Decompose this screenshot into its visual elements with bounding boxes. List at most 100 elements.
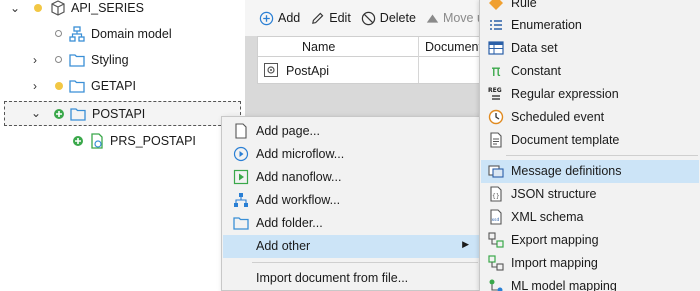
submenu-item-json-structure[interactable]: {} JSON structure [481, 183, 699, 206]
submenu-item-label: Import mapping [511, 256, 598, 270]
tree-item-prs-postapi[interactable]: PRS_POSTAPI [0, 128, 245, 154]
edit-button[interactable]: Edit [310, 11, 351, 26]
menu-item-import-document[interactable]: Import document from file... [223, 267, 481, 290]
edit-label: Edit [329, 11, 351, 25]
add-circle-icon [259, 11, 274, 25]
folder-icon [69, 52, 85, 68]
submenu-item-label: Scheduled event [511, 110, 605, 124]
tree-item-label: Domain model [91, 27, 172, 41]
menu-separator [506, 155, 698, 156]
menu-item-add-workflow[interactable]: Add workflow... [223, 189, 481, 212]
tree-item-api-series[interactable]: ⌄ API_SERIES [0, 0, 245, 21]
dataset-icon [488, 40, 504, 56]
module-status-dot [34, 4, 42, 12]
column-header-name[interactable]: Name [302, 40, 335, 54]
module-box-icon [50, 0, 66, 16]
context-menu: Add page... Add microflow... Add nanoflo… [221, 116, 483, 291]
list-icon [488, 17, 504, 33]
submenu-item-label: ML model mapping [511, 279, 617, 291]
chevron-down-icon[interactable]: ⌄ [29, 106, 43, 120]
new-item-plus-icon [53, 106, 65, 119]
tree-item-domain-model[interactable]: Domain model [0, 21, 245, 47]
add-button[interactable]: Add [259, 11, 300, 26]
submenu-item-export-mapping[interactable]: Export mapping [481, 229, 699, 252]
tree-item-label: Styling [91, 53, 129, 67]
tree-item-getapi[interactable]: › GETAPI [0, 73, 245, 99]
tree-item-postapi[interactable]: ⌄ POSTAPI [4, 101, 241, 126]
export-mapping-icon [488, 232, 504, 248]
submenu-item-regular-expression[interactable]: REG Regular expression [481, 83, 699, 106]
submenu-item-ml-model-mapping[interactable]: ML model mapping [481, 275, 699, 291]
tree-item-styling[interactable]: › Styling [0, 47, 245, 73]
submenu-item-label: Enumeration [511, 18, 582, 32]
svg-text:xsd: xsd [492, 217, 500, 223]
prohibited-icon [361, 11, 375, 25]
pi-icon: π [491, 62, 501, 80]
tree-item-label: POSTAPI [92, 107, 146, 121]
clock-icon [488, 109, 504, 125]
message-icon [488, 163, 504, 179]
rule-icon [488, 0, 504, 11]
menu-item-add-folder[interactable]: Add folder... [223, 212, 481, 235]
domain-model-icon [69, 26, 85, 42]
chevron-down-icon[interactable]: ⌄ [8, 1, 22, 15]
submenu-item-label: Document template [511, 133, 620, 147]
svg-text:{}: {} [492, 193, 500, 200]
submenu-item-label: Rule [511, 0, 537, 10]
nanoflow-icon [233, 169, 249, 185]
menu-item-label: Add nanoflow... [256, 170, 342, 184]
menu-item-label: Add microflow... [256, 147, 345, 161]
menu-item-add-nanoflow[interactable]: Add nanoflow... [223, 166, 481, 189]
template-icon [488, 132, 504, 148]
menu-item-label: Add page... [256, 124, 320, 138]
workflow-icon [233, 192, 249, 208]
folder-icon [69, 78, 85, 94]
submenu-item-label: Export mapping [511, 233, 599, 247]
menu-item-label: Add other [256, 239, 311, 253]
submenu-item-enumeration[interactable]: Enumeration [481, 14, 699, 37]
submenu-item-document-template[interactable]: Document template [481, 129, 699, 152]
rest-resource-icon [263, 62, 279, 81]
menu-item-add-page[interactable]: Add page... [223, 120, 481, 143]
submenu-item-data-set[interactable]: Data set [481, 37, 699, 60]
submenu-arrow-icon: ▶ [462, 239, 469, 249]
tree-item-label: GETAPI [91, 79, 136, 93]
submenu-item-label: JSON structure [511, 187, 597, 201]
svg-text:REG: REG [488, 87, 502, 94]
chevron-right-icon[interactable]: › [28, 79, 42, 93]
ml-mapping-icon [488, 278, 504, 291]
submenu-item-import-mapping[interactable]: Import mapping [481, 252, 699, 275]
submenu-item-scheduled-event[interactable]: Scheduled event [481, 106, 699, 129]
microflow-icon [233, 146, 249, 162]
menu-item-add-other[interactable]: Add other ▶ [223, 235, 481, 258]
published-rest-service-icon [89, 133, 105, 149]
submenu-item-xml-schema[interactable]: xsd XML schema [481, 206, 699, 229]
submenu-item-message-definitions[interactable]: Message definitions [481, 160, 699, 183]
submenu-item-rule[interactable]: Rule [481, 0, 699, 15]
folder-icon [70, 106, 86, 122]
submenu-item-label: Regular expression [511, 87, 619, 101]
pencil-icon [312, 12, 324, 24]
json-icon: {} [488, 186, 504, 202]
submenu-item-label: Data set [511, 41, 558, 55]
import-mapping-icon [488, 255, 504, 271]
new-item-plus-icon [72, 135, 84, 147]
regex-icon: REG [488, 86, 504, 102]
menu-separator [252, 262, 478, 263]
submenu-item-constant[interactable]: π Constant [481, 60, 699, 83]
chevron-right-icon[interactable]: › [28, 53, 42, 67]
delete-button[interactable]: Delete [361, 11, 416, 26]
project-explorer: ⌄ API_SERIES Domain model › Styling › GE… [0, 0, 245, 291]
submenu-item-label: XML schema [511, 210, 584, 224]
status-dot [55, 30, 62, 37]
add-label: Add [278, 11, 301, 25]
menu-item-label: Add workflow... [256, 193, 341, 207]
xml-icon: xsd [488, 209, 504, 225]
page-icon [233, 123, 249, 139]
menu-item-add-microflow[interactable]: Add microflow... [223, 143, 481, 166]
triangle-up-icon [426, 13, 439, 23]
delete-label: Delete [379, 11, 416, 25]
status-dot [55, 56, 62, 63]
submenu-item-label: Constant [511, 64, 562, 78]
menu-item-label: Add folder... [256, 216, 323, 230]
